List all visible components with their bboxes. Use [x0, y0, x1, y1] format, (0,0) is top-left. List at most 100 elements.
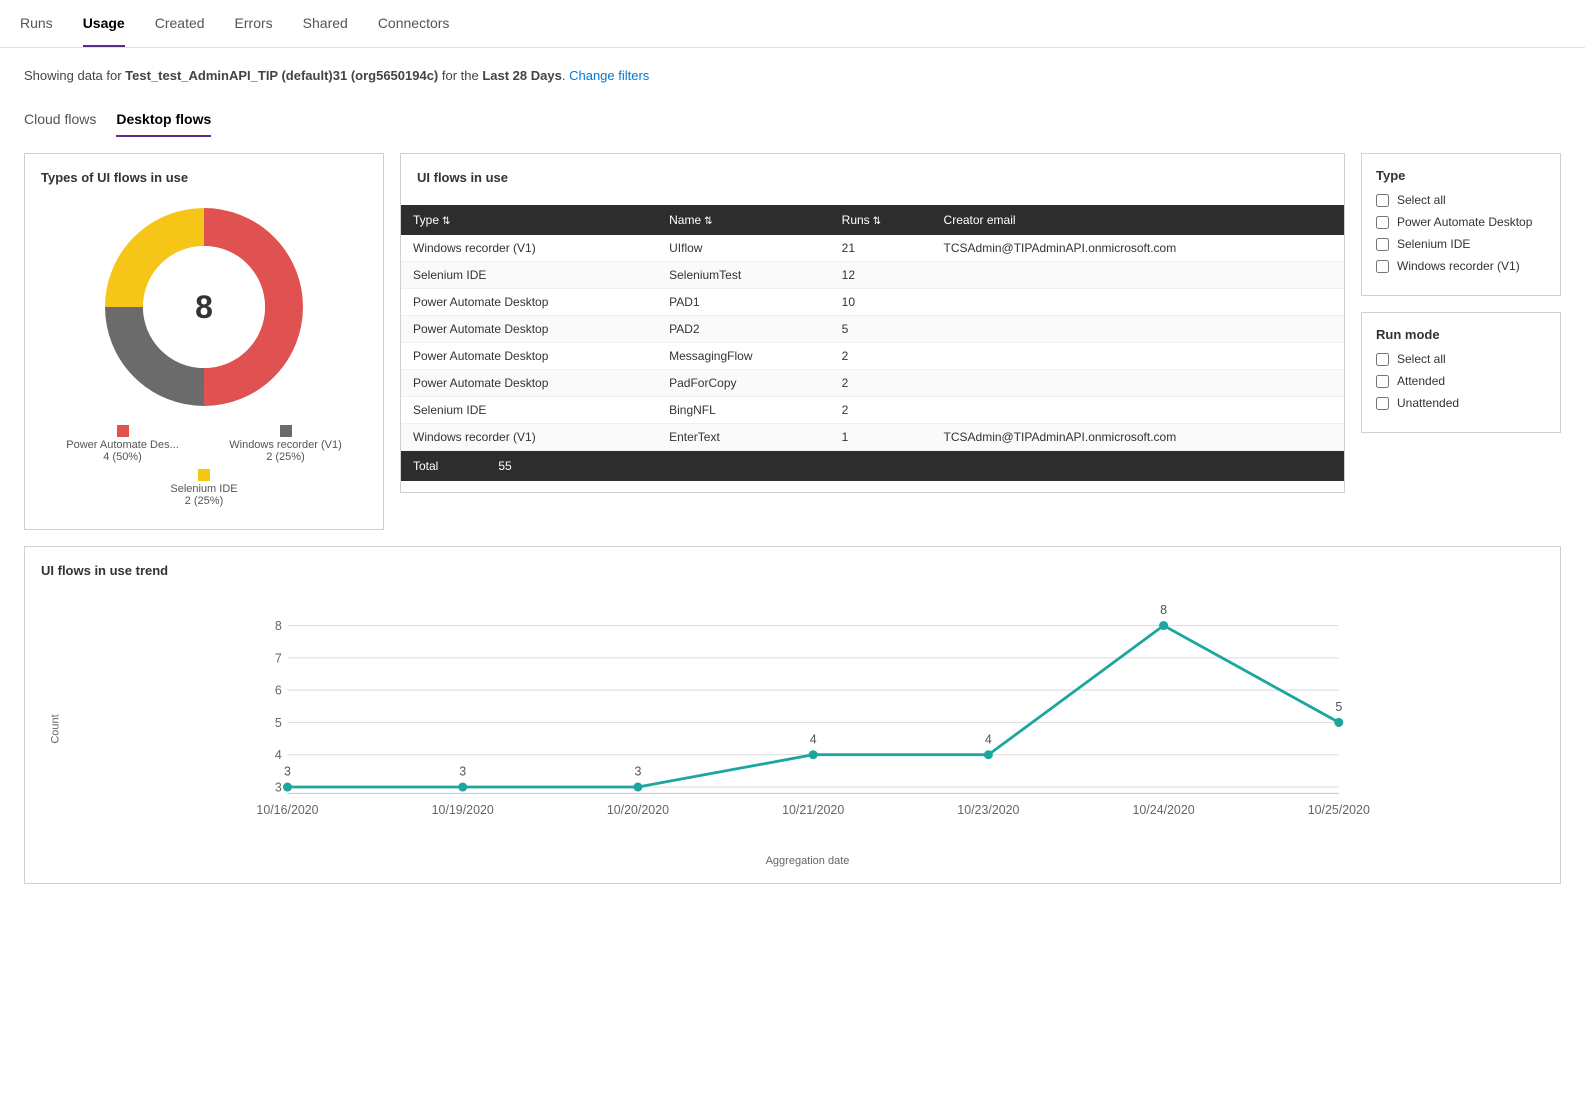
nav-item-shared[interactable]: Shared — [303, 1, 348, 47]
type-filter-checkbox[interactable] — [1376, 260, 1389, 273]
x-tick-label: 10/20/2020 — [607, 803, 669, 817]
data-point — [809, 750, 818, 759]
table-col-creator-email: Creator email — [932, 205, 1344, 235]
run-mode-filter-checkbox[interactable] — [1376, 353, 1389, 366]
table-cell-name: EnterText — [657, 424, 830, 451]
table-header-row: Type⇅Name⇅Runs⇅Creator email — [401, 205, 1344, 235]
sort-icon: ⇅ — [704, 216, 712, 227]
subtitle-org: Test_test_AdminAPI_TIP (default)31 (org5… — [125, 68, 438, 83]
type-filter-item: Selenium IDE — [1376, 237, 1546, 251]
run-mode-filter-label: Unattended — [1397, 396, 1459, 410]
table-cell-name: SeleniumTest — [657, 262, 830, 289]
table-cell-runs: 2 — [830, 343, 932, 370]
table-cell-name: UIflow — [657, 235, 830, 262]
table-cell-runs: 5 — [830, 316, 932, 343]
table-cell-email — [932, 343, 1344, 370]
table-row: Power Automate DesktopMessagingFlow2 — [401, 343, 1344, 370]
table-cell-name: BingNFL — [657, 397, 830, 424]
run-mode-filter-checkbox[interactable] — [1376, 375, 1389, 388]
type-filter-item: Power Automate Desktop — [1376, 215, 1546, 229]
table-row: Selenium IDEBingNFL2 — [401, 397, 1344, 424]
type-filter-label: Select all — [1397, 193, 1446, 207]
table-col-type[interactable]: Type⇅ — [401, 205, 657, 235]
y-tick-label: 5 — [275, 716, 282, 730]
type-filter-item: Windows recorder (V1) — [1376, 259, 1546, 273]
trend-title: UI flows in use trend — [41, 563, 1544, 578]
table-col-runs[interactable]: Runs⇅ — [830, 205, 932, 235]
y-tick-label: 4 — [275, 748, 282, 762]
table-panel: UI flows in use Type⇅Name⇅Runs⇅Creator e… — [400, 153, 1345, 493]
donut-chart-panel: Types of UI flows in use 8 Power Automat… — [24, 153, 384, 530]
trend-chart-svg: 345678310/16/2020310/19/2020310/20/20204… — [71, 590, 1544, 850]
type-filter-checkbox[interactable] — [1376, 194, 1389, 207]
data-point — [458, 782, 467, 791]
table-row: Power Automate DesktopPAD25 — [401, 316, 1344, 343]
legend-item: Selenium IDE2 (25%) — [131, 469, 278, 507]
x-tick-label: 10/16/2020 — [256, 803, 318, 817]
table-row: Windows recorder (V1)EnterText1TCSAdmin@… — [401, 424, 1344, 451]
table-col-name[interactable]: Name⇅ — [657, 205, 830, 235]
y-tick-label: 3 — [275, 781, 282, 795]
run-mode-filter-label: Attended — [1397, 374, 1445, 388]
run-mode-filter-panel: Run mode Select allAttendedUnattended — [1361, 312, 1561, 433]
table-cell-runs: 21 — [830, 235, 932, 262]
data-point — [984, 750, 993, 759]
donut-center-value: 8 — [195, 289, 213, 326]
type-filter-checkbox[interactable] — [1376, 238, 1389, 251]
table-cell-email — [932, 316, 1344, 343]
table-header: Type⇅Name⇅Runs⇅Creator email — [401, 205, 1344, 235]
table-cell-runs: 1 — [830, 424, 932, 451]
table-cell-runs: 10 — [830, 289, 932, 316]
x-tick-label: 10/25/2020 — [1308, 803, 1370, 817]
subtitle-period: Last 28 Days — [482, 68, 562, 83]
table-cell-email — [932, 262, 1344, 289]
table-cell-runs: 2 — [830, 397, 932, 424]
type-filter-title: Type — [1376, 168, 1546, 183]
table-cell-runs: 12 — [830, 262, 932, 289]
subtitle-prefix: Showing data for — [24, 68, 125, 83]
trend-panel: UI flows in use trend Count 345678310/16… — [24, 546, 1561, 884]
run-mode-filter-item: Unattended — [1376, 396, 1546, 410]
legend-item: Power Automate Des...4 (50%) — [49, 425, 196, 463]
main-content: Showing data for Test_test_AdminAPI_TIP … — [0, 48, 1585, 904]
y-axis-label: Count — [50, 714, 62, 743]
data-label: 8 — [1160, 603, 1167, 617]
nav-item-connectors[interactable]: Connectors — [378, 1, 450, 47]
flows-table: Type⇅Name⇅Runs⇅Creator email Windows rec… — [401, 205, 1344, 451]
sort-icon: ⇅ — [873, 216, 881, 227]
legend-color-swatch — [117, 425, 129, 437]
table-panel-title: UI flows in use — [401, 154, 1344, 193]
flow-tabs: Cloud flows Desktop flows — [24, 103, 1561, 137]
y-tick-label: 8 — [275, 619, 282, 633]
table-cell-name: MessagingFlow — [657, 343, 830, 370]
nav-item-created[interactable]: Created — [155, 1, 205, 47]
table-cell-type: Power Automate Desktop — [401, 370, 657, 397]
change-filters-link[interactable]: Change filters — [569, 68, 649, 83]
x-axis-label: Aggregation date — [71, 855, 1544, 867]
table-footer-label: Total — [413, 459, 438, 473]
table-cell-type: Power Automate Desktop — [401, 316, 657, 343]
y-tick-label: 7 — [275, 651, 282, 665]
table-row: Power Automate DesktopPAD110 — [401, 289, 1344, 316]
legend-label: Power Automate Des...4 (50%) — [66, 439, 179, 463]
table-cell-name: PAD2 — [657, 316, 830, 343]
table-cell-type: Selenium IDE — [401, 262, 657, 289]
nav-item-runs[interactable]: Runs — [20, 1, 53, 47]
run-mode-filter-checkbox[interactable] — [1376, 397, 1389, 410]
sort-icon: ⇅ — [442, 216, 450, 227]
trend-line — [288, 626, 1339, 787]
type-filter-checkbox[interactable] — [1376, 216, 1389, 229]
table-cell-type: Selenium IDE — [401, 397, 657, 424]
x-tick-label: 10/21/2020 — [782, 803, 844, 817]
data-point — [633, 782, 642, 791]
run-mode-filter-item: Select all — [1376, 352, 1546, 366]
type-filter-item: Select all — [1376, 193, 1546, 207]
table-row: Power Automate DesktopPadForCopy2 — [401, 370, 1344, 397]
flow-tab-desktop-flows[interactable]: Desktop flows — [116, 103, 211, 137]
table-body: Windows recorder (V1)UIflow21TCSAdmin@TI… — [401, 235, 1344, 451]
nav-item-errors[interactable]: Errors — [235, 1, 273, 47]
table-cell-email: TCSAdmin@TIPAdminAPI.onmicrosoft.com — [932, 424, 1344, 451]
table-cell-type: Windows recorder (V1) — [401, 235, 657, 262]
nav-item-usage[interactable]: Usage — [83, 1, 125, 47]
flow-tab-cloud-flows[interactable]: Cloud flows — [24, 103, 96, 137]
